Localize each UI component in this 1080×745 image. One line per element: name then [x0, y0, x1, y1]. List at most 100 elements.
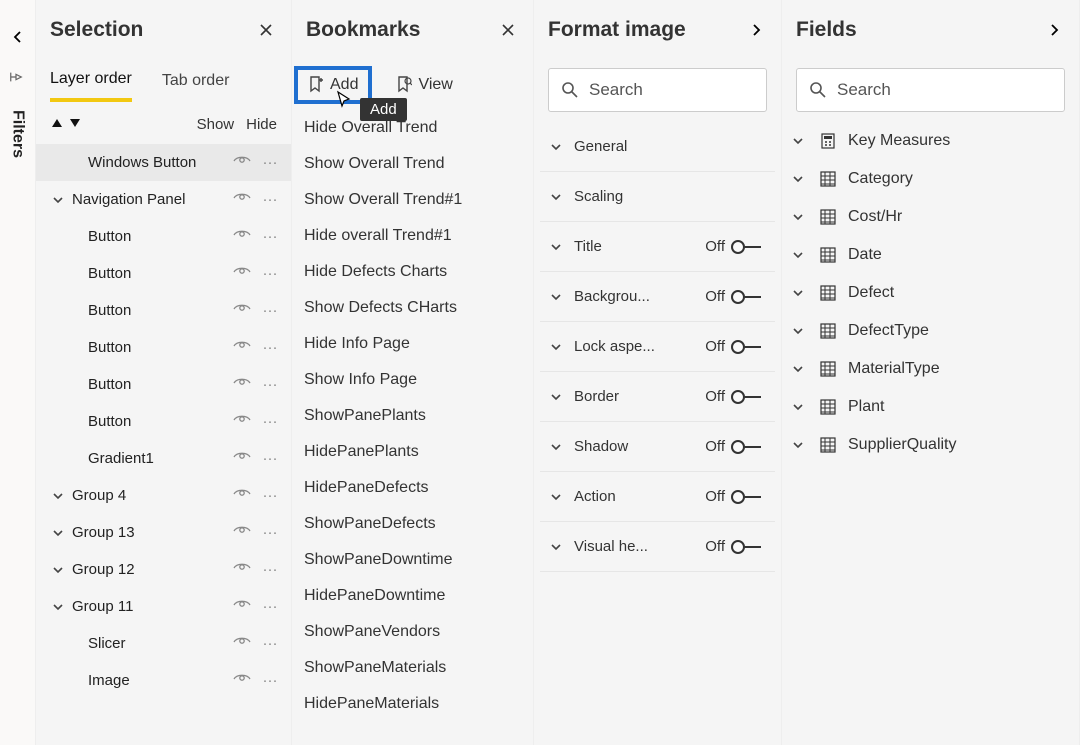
visibility-icon[interactable] [231, 339, 253, 356]
field-item[interactable]: Key Measures [782, 122, 1079, 160]
visibility-icon[interactable] [231, 635, 253, 652]
collapse-left-icon[interactable] [11, 30, 25, 48]
visibility-icon[interactable] [231, 154, 253, 171]
selection-item[interactable]: Navigation Panel··· [36, 181, 291, 218]
visibility-icon[interactable] [231, 302, 253, 319]
visibility-icon[interactable] [231, 450, 253, 467]
chevron-down-icon[interactable] [550, 491, 566, 503]
chevron-down-icon[interactable] [550, 541, 566, 553]
bookmarks-list[interactable]: Hide Overall TrendShow Overall TrendShow… [292, 110, 533, 745]
bookmark-item[interactable]: Show Overall Trend#1 [292, 182, 533, 218]
tab-tab-order[interactable]: Tab order [162, 72, 230, 100]
fields-list[interactable]: Key MeasuresCategoryCost/HrDateDefectDef… [782, 122, 1079, 745]
chevron-down-icon[interactable] [50, 564, 66, 576]
chevron-down-icon[interactable] [792, 325, 808, 337]
move-up-icon[interactable] [50, 116, 64, 133]
chevron-down-icon[interactable] [50, 490, 66, 502]
expand-right-icon[interactable] [1043, 19, 1065, 41]
more-icon[interactable]: ··· [259, 339, 281, 356]
chevron-down-icon[interactable] [550, 191, 566, 203]
selection-item[interactable]: Button··· [36, 292, 291, 329]
visibility-icon[interactable] [231, 376, 253, 393]
bookmark-item[interactable]: Show Overall Trend [292, 146, 533, 182]
bookmark-item[interactable]: Hide Defects Charts [292, 254, 533, 290]
more-icon[interactable]: ··· [259, 302, 281, 319]
chevron-down-icon[interactable] [50, 601, 66, 613]
selection-item[interactable]: Button··· [36, 329, 291, 366]
more-icon[interactable]: ··· [259, 265, 281, 282]
field-item[interactable]: Cost/Hr [782, 198, 1079, 236]
bookmark-item[interactable]: HidePaneMaterials [292, 686, 533, 722]
more-icon[interactable]: ··· [259, 561, 281, 578]
bookmark-item[interactable]: ShowPaneDowntime [292, 542, 533, 578]
format-row[interactable]: BorderOff [540, 372, 775, 422]
chevron-down-icon[interactable] [792, 287, 808, 299]
chevron-down-icon[interactable] [550, 441, 566, 453]
field-item[interactable]: Category [782, 160, 1079, 198]
chevron-down-icon[interactable] [792, 173, 808, 185]
format-row[interactable]: Visual he...Off [540, 522, 775, 572]
selection-item[interactable]: Button··· [36, 366, 291, 403]
selection-item[interactable]: Image··· [36, 662, 291, 699]
chevron-down-icon[interactable] [550, 141, 566, 153]
chevron-down-icon[interactable] [792, 211, 808, 223]
format-toggle[interactable]: Off [705, 288, 763, 305]
chevron-down-icon[interactable] [550, 341, 566, 353]
format-row[interactable]: Lock aspe...Off [540, 322, 775, 372]
visibility-icon[interactable] [231, 228, 253, 245]
bookmark-item[interactable]: ShowPaneDefects [292, 506, 533, 542]
chevron-down-icon[interactable] [550, 391, 566, 403]
more-icon[interactable]: ··· [259, 450, 281, 467]
chevron-down-icon[interactable] [792, 439, 808, 451]
bookmark-view-button[interactable]: View [386, 70, 462, 100]
format-toggle[interactable]: Off [705, 338, 763, 355]
close-icon[interactable] [255, 19, 277, 41]
visibility-icon[interactable] [231, 265, 253, 282]
bookmark-item[interactable]: Hide Overall Trend [292, 110, 533, 146]
bookmark-add-button[interactable]: Add [298, 70, 368, 100]
bookmark-item[interactable]: Show Info Page [292, 362, 533, 398]
visibility-icon[interactable] [231, 413, 253, 430]
chevron-down-icon[interactable] [550, 241, 566, 253]
bookmark-item[interactable]: Hide overall Trend#1 [292, 218, 533, 254]
more-icon[interactable]: ··· [259, 154, 281, 171]
selection-item[interactable]: Group 11··· [36, 588, 291, 625]
format-search-input[interactable]: Search [548, 68, 767, 112]
format-row[interactable]: TitleOff [540, 222, 775, 272]
chevron-down-icon[interactable] [792, 135, 808, 147]
format-toggle[interactable]: Off [705, 438, 763, 455]
format-row[interactable]: General [540, 122, 775, 172]
more-icon[interactable]: ··· [259, 487, 281, 504]
bookmark-item[interactable]: ShowPaneMaterials [292, 650, 533, 686]
bookmark-item[interactable]: ShowPanePlants [292, 398, 533, 434]
fields-search-input[interactable]: Search [796, 68, 1065, 112]
format-row[interactable]: ShadowOff [540, 422, 775, 472]
bookmark-item[interactable]: Hide Info Page [292, 326, 533, 362]
more-icon[interactable]: ··· [259, 228, 281, 245]
selection-list[interactable]: Windows Button···Navigation Panel···Butt… [36, 144, 291, 745]
selection-item[interactable]: Group 4··· [36, 477, 291, 514]
field-item[interactable]: SupplierQuality [782, 426, 1079, 464]
format-row[interactable]: Scaling [540, 172, 775, 222]
visibility-icon[interactable] [231, 672, 253, 689]
selection-item[interactable]: Button··· [36, 218, 291, 255]
move-down-icon[interactable] [68, 116, 82, 133]
field-item[interactable]: Plant [782, 388, 1079, 426]
expand-right-icon[interactable] [745, 19, 767, 41]
selection-item[interactable]: Windows Button··· [36, 144, 291, 181]
visibility-icon[interactable] [231, 487, 253, 504]
format-toggle[interactable]: Off [705, 388, 763, 405]
selection-item[interactable]: Group 12··· [36, 551, 291, 588]
filter-pin-icon[interactable] [9, 70, 27, 84]
more-icon[interactable]: ··· [259, 413, 281, 430]
filters-label[interactable]: Filters [9, 110, 27, 158]
more-icon[interactable]: ··· [259, 598, 281, 615]
selection-item[interactable]: Button··· [36, 403, 291, 440]
format-toggle[interactable]: Off [705, 488, 763, 505]
close-icon[interactable] [497, 19, 519, 41]
more-icon[interactable]: ··· [259, 672, 281, 689]
field-item[interactable]: Date [782, 236, 1079, 274]
selection-item[interactable]: Gradient1··· [36, 440, 291, 477]
selection-item[interactable]: Group 13··· [36, 514, 291, 551]
more-icon[interactable]: ··· [259, 524, 281, 541]
